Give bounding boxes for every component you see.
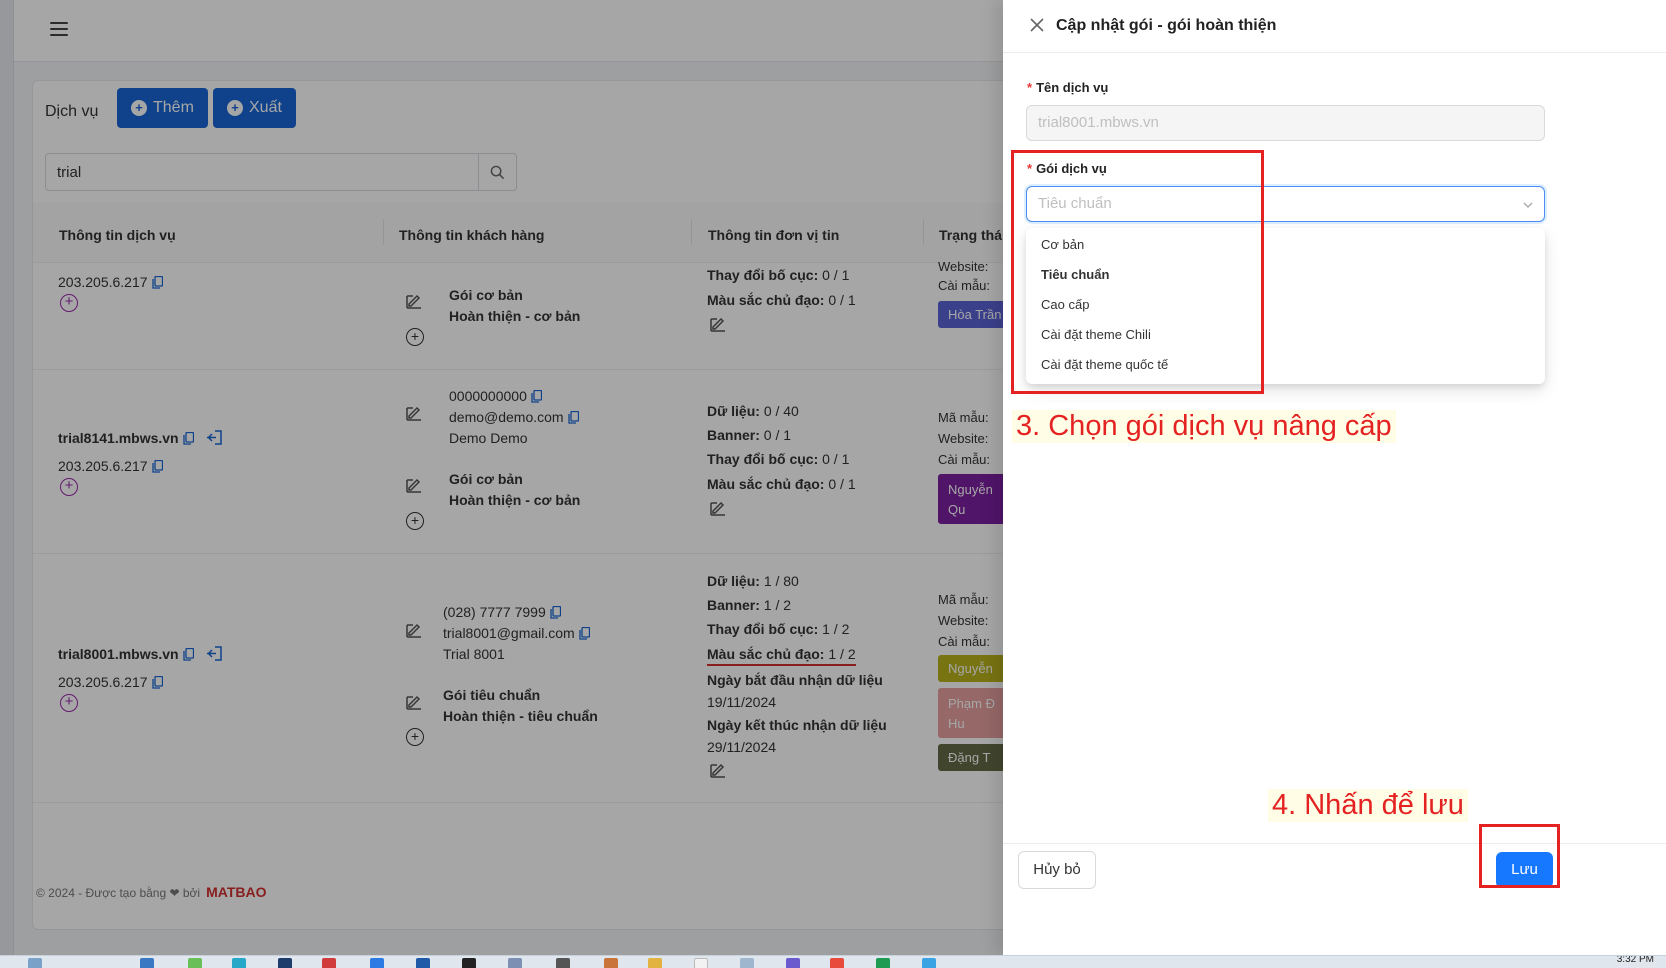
taskbar-clock: 3:32 PM xyxy=(1616,955,1654,965)
drawer-footer-divider xyxy=(1003,843,1666,844)
cancel-button[interactable]: Hủy bỏ xyxy=(1018,851,1096,889)
app-icon[interactable] xyxy=(694,958,708,968)
modal-overlay[interactable] xyxy=(0,0,1003,955)
app-icon[interactable] xyxy=(278,958,292,968)
app-icon[interactable] xyxy=(922,958,936,968)
app-icon[interactable] xyxy=(232,958,246,968)
service-name-label: * Tên dịch vụ xyxy=(1027,80,1109,95)
app-icon[interactable] xyxy=(786,958,800,968)
drawer-header: Cập nhật gói - gói hoàn thiện xyxy=(1003,0,1666,53)
service-name-field: trial8001.mbws.vn xyxy=(1026,105,1545,141)
annotation-box-step3 xyxy=(1011,150,1264,394)
app-icon[interactable] xyxy=(188,958,202,968)
app-icon[interactable] xyxy=(830,958,844,968)
app-icon[interactable] xyxy=(370,958,384,968)
annotation-step3: 3. Chọn gói dịch vụ nâng cấp xyxy=(1012,410,1396,443)
app-icon[interactable] xyxy=(140,958,154,968)
start-icon[interactable] xyxy=(28,958,42,968)
app-icon[interactable] xyxy=(508,958,522,968)
annotation-step4: 4. Nhấn để lưu xyxy=(1268,789,1468,822)
annotation-box-step4 xyxy=(1479,824,1560,888)
close-icon[interactable] xyxy=(1029,17,1045,33)
os-taskbar: 3:32 PM xyxy=(0,955,1666,968)
app-icon[interactable] xyxy=(556,958,570,968)
app-icon[interactable] xyxy=(740,958,754,968)
app-icon[interactable] xyxy=(648,958,662,968)
app-icon[interactable] xyxy=(876,958,890,968)
app-icon[interactable] xyxy=(462,958,476,968)
app-icon[interactable] xyxy=(322,958,336,968)
drawer-title: Cập nhật gói - gói hoàn thiện xyxy=(1056,17,1277,34)
app-icon[interactable] xyxy=(416,958,430,968)
chevron-down-icon xyxy=(1523,202,1533,208)
app-icon[interactable] xyxy=(604,958,618,968)
